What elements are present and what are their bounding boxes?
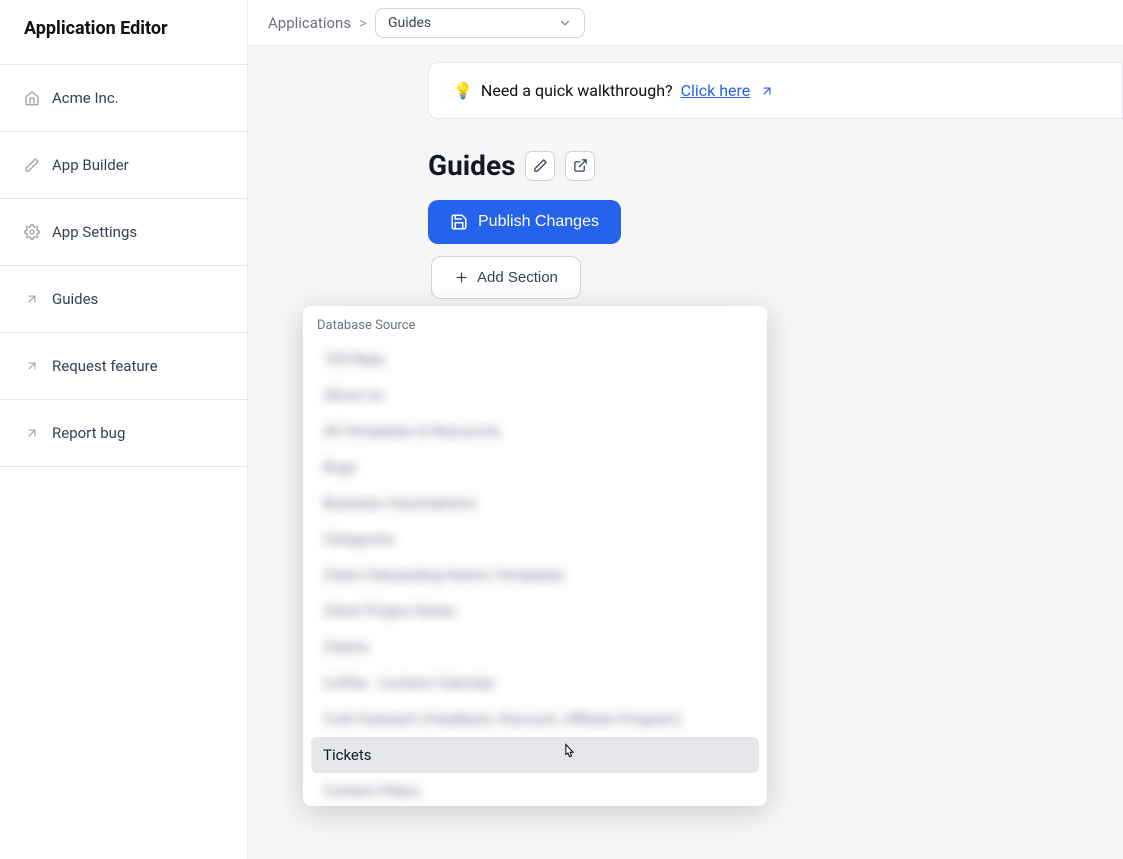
- publish-label: Publish Changes: [478, 213, 599, 231]
- sidebar-item-label: Report bug: [52, 424, 125, 442]
- dropdown-item: Cold Outreach (Feedback, Discount, Affil…: [311, 701, 759, 737]
- dropdown-item[interactable]: Tickets: [311, 737, 759, 773]
- sidebar-item-app-builder[interactable]: App Builder: [0, 132, 247, 199]
- dropdown-item: All Templates & Resources: [311, 413, 759, 449]
- chevron-down-icon: [558, 16, 572, 30]
- sidebar-item-label: App Settings: [52, 223, 137, 241]
- dropdown-item: Coffee - Content Calendar: [311, 665, 759, 701]
- dropdown-item: Business Assumptions: [311, 485, 759, 521]
- dropdown-item: Bugs: [311, 449, 759, 485]
- add-section-button[interactable]: Add Section: [431, 256, 581, 299]
- edit-title-button[interactable]: [525, 151, 555, 181]
- sidebar-item-guides[interactable]: Guides: [0, 266, 247, 333]
- dropdown-item: Categories: [311, 521, 759, 557]
- gear-icon: [24, 224, 40, 240]
- database-source-dropdown[interactable]: Database Source 100 RepsAbout UsAll Temp…: [303, 306, 767, 806]
- sidebar-item-report-bug[interactable]: Report bug: [0, 400, 247, 467]
- arrow-up-right-icon: [24, 291, 40, 307]
- sidebar-title: Application Editor: [0, 0, 247, 65]
- dropdown-item: Client Onboarding Notion Templates: [311, 557, 759, 593]
- walkthrough-banner: 💡 Need a quick walkthrough? Click here: [428, 62, 1123, 119]
- breadcrumb-root[interactable]: Applications: [268, 14, 351, 32]
- breadcrumb-selected: Guides: [388, 15, 431, 31]
- dropdown-item: 100 Reps: [311, 341, 759, 377]
- topbar: Applications > Guides: [248, 0, 1123, 46]
- sidebar-item-label: Acme Inc.: [52, 89, 119, 107]
- breadcrumb-select[interactable]: Guides: [375, 8, 585, 38]
- sidebar: Application Editor Acme Inc. App Builder…: [0, 0, 248, 859]
- home-icon: [24, 90, 40, 106]
- add-section-label: Add Section: [477, 269, 558, 286]
- dropdown-item: Content Pillars: [311, 773, 759, 806]
- pencil-icon: [24, 157, 40, 173]
- save-icon: [450, 213, 468, 231]
- dropdown-item: Clients: [311, 629, 759, 665]
- sidebar-item-app-settings[interactable]: App Settings: [0, 199, 247, 266]
- dropdown-list[interactable]: 100 RepsAbout UsAll Templates & Resource…: [303, 339, 767, 806]
- banner-link[interactable]: Click here: [681, 81, 751, 100]
- arrow-up-right-icon: [24, 425, 40, 441]
- sidebar-item-label: Request feature: [52, 357, 158, 375]
- open-external-button[interactable]: [565, 151, 595, 181]
- lightbulb-emoji: 💡: [453, 81, 473, 100]
- page-header: Guides: [428, 149, 1123, 182]
- plus-icon: [454, 270, 469, 285]
- dropdown-item: Client Project Notes: [311, 593, 759, 629]
- sidebar-item-request-feature[interactable]: Request feature: [0, 333, 247, 400]
- sidebar-item-label: Guides: [52, 290, 98, 308]
- publish-changes-button[interactable]: Publish Changes: [428, 200, 621, 244]
- arrow-up-right-icon: [24, 358, 40, 374]
- page-title: Guides: [428, 149, 515, 182]
- sidebar-item-company[interactable]: Acme Inc.: [0, 65, 247, 132]
- page-actions: Publish Changes Add Section: [428, 200, 1123, 299]
- breadcrumb-separator: >: [359, 14, 367, 32]
- dropdown-header: Database Source: [303, 306, 767, 339]
- banner-text: Need a quick walkthrough?: [481, 81, 673, 100]
- pencil-icon: [533, 158, 548, 173]
- dropdown-item: About Us: [311, 377, 759, 413]
- external-link-icon: [573, 158, 588, 173]
- sidebar-item-label: App Builder: [52, 156, 129, 174]
- external-link-icon: [760, 84, 774, 98]
